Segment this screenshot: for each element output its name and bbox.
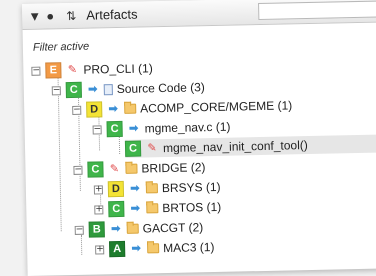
tree-label: PRO_CLI (1) <box>83 61 153 77</box>
filter-icon[interactable]: ▼ <box>28 9 41 24</box>
pencil-icon: ✎ <box>147 142 157 155</box>
arrow-icon: ➡ <box>130 202 141 215</box>
folder-icon <box>145 183 158 194</box>
tree-label: mgme_nav_init_conf_tool() <box>162 138 308 156</box>
tree-label: BRSYS (1) <box>161 179 221 196</box>
folder-icon <box>125 163 138 174</box>
collapse-toggle[interactable]: − <box>73 164 83 175</box>
collapse-toggle[interactable]: − <box>92 124 102 135</box>
tree-row[interactable]: − B ➡ GACGT (2) <box>74 218 204 239</box>
folder-icon <box>146 203 159 214</box>
tree-row[interactable]: − C ➡ Source Code (3) <box>51 78 205 99</box>
tree-label: Source Code (3) <box>116 80 205 97</box>
panel-title: Artefacts <box>86 6 138 23</box>
tree-label: GACGT (2) <box>142 220 204 236</box>
tree-row[interactable]: − C ➡ mgme_nav.c (1) <box>92 118 231 139</box>
tree-label: BRIDGE (2) <box>141 160 206 176</box>
badge-icon: C <box>106 120 123 138</box>
badge-icon: D <box>107 180 125 198</box>
tree-row[interactable]: − E ✎ PRO_CLI (1) <box>31 59 153 80</box>
sort-icon[interactable]: ⇅ <box>66 9 76 23</box>
tree-row[interactable]: + D ➡ BRSYS (1) <box>93 178 221 199</box>
toolbar: ▼ ● ⇅ Artefacts <box>22 0 376 30</box>
document-icon <box>103 83 113 95</box>
folder-icon <box>126 223 139 234</box>
tree-label: mgme_nav.c (1) <box>144 119 231 136</box>
tree-row-selected[interactable]: C ✎ mgme_nav_init_conf_tool() <box>124 134 376 158</box>
badge-icon: C <box>65 81 82 99</box>
tree-row[interactable]: + A ➡ MAC3 (1) <box>95 238 215 258</box>
expand-toggle[interactable]: + <box>95 244 105 255</box>
tree-row[interactable]: − D ➡ ACOMP_CORE/MGEME (1) <box>72 96 292 119</box>
expand-toggle[interactable]: + <box>93 184 103 195</box>
badge-icon: E <box>45 62 62 79</box>
pencil-icon: ✎ <box>109 163 120 176</box>
folder-icon <box>124 103 137 114</box>
badge-icon: C <box>108 200 125 218</box>
arrow-icon: ➡ <box>131 242 141 255</box>
badge-icon: C <box>87 161 104 178</box>
pencil-icon: ✎ <box>67 63 78 77</box>
tree-row[interactable]: − C ✎ BRIDGE (2) <box>73 158 206 179</box>
badge-icon: C <box>124 140 142 157</box>
badge-icon: A <box>108 240 126 258</box>
tree-label: BRTOS (1) <box>162 199 222 216</box>
arrow-icon: ➡ <box>130 182 140 195</box>
collapse-toggle[interactable]: − <box>72 104 82 115</box>
arrow-icon: ➡ <box>88 83 98 96</box>
expand-toggle[interactable]: + <box>94 204 104 215</box>
artefacts-panel: ▼ ● ⇅ Artefacts Filter active − E ✎ PRO_… <box>22 0 376 276</box>
tag-icon[interactable]: ● <box>46 8 54 23</box>
tree-label: ACOMP_CORE/MGEME (1) <box>140 98 293 116</box>
badge-icon: B <box>88 221 105 238</box>
filter-status: Filter active <box>32 40 90 54</box>
folder-icon <box>147 243 160 254</box>
tree-row[interactable]: + C ➡ BRTOS (1) <box>94 198 221 219</box>
arrow-icon: ➡ <box>108 103 118 116</box>
collapse-toggle[interactable]: − <box>31 65 41 76</box>
collapse-toggle[interactable]: − <box>51 85 61 95</box>
arrow-icon: ➡ <box>128 122 139 135</box>
badge-icon: D <box>86 101 103 118</box>
arrow-icon: ➡ <box>111 222 121 236</box>
search-input[interactable] <box>258 0 376 21</box>
collapse-toggle[interactable]: − <box>74 224 84 235</box>
tree-label: MAC3 (1) <box>162 240 215 256</box>
